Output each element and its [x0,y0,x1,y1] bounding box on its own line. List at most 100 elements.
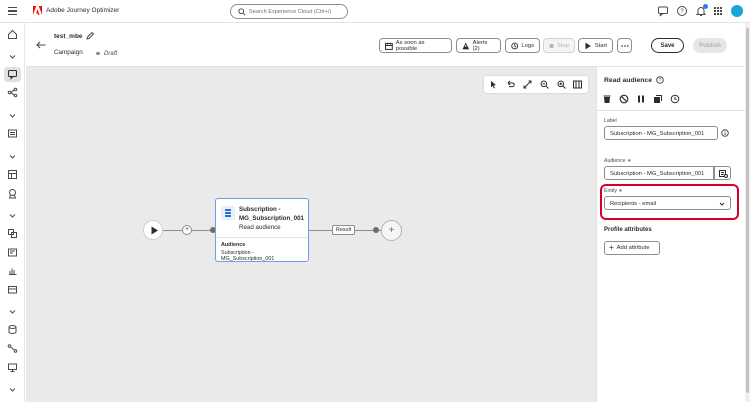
add-next-activity-button[interactable]: + [381,220,402,241]
chevron-down-icon[interactable] [7,51,18,62]
schedule-label: As soon as possible [395,39,425,52]
audience-field[interactable]: Subscription - MG_Subscription_001 [604,166,714,180]
logs-button[interactable]: Logs [505,38,540,53]
notification-badge [703,4,708,9]
more-actions-button[interactable] [617,38,632,53]
add-activity-button[interactable]: + [182,225,192,235]
offers-icon[interactable] [7,188,18,199]
status-badge: Draft [104,49,118,57]
database-icon[interactable] [7,324,18,335]
menu-icon[interactable] [8,7,17,15]
fit-icon[interactable] [523,80,532,89]
chevron-down-icon[interactable] [7,384,18,395]
copy-icon[interactable] [653,94,663,104]
feedback-icon[interactable] [657,5,669,17]
activity-properties-panel: Read audience ? Label Subscription - MG_… [596,67,746,402]
activity-divider [216,237,308,238]
journeys-icon[interactable] [7,87,18,98]
search-placeholder: Search Experience Cloud (Ctrl+/) [249,8,332,15]
select-list-icon [718,169,728,178]
pointer-icon[interactable] [489,80,498,89]
save-button[interactable]: Save [651,38,684,53]
schedule-button[interactable]: As soon as possible [379,38,452,53]
profile-attributes-title: Profile attributes [604,227,652,233]
schemas-icon[interactable] [7,247,18,258]
label-field-label: Label [604,118,617,124]
zoom-out-icon[interactable] [540,80,549,89]
datasets-icon[interactable] [7,284,18,295]
audience-picker-button[interactable] [714,166,731,180]
logs-label: Logs [521,42,534,49]
activity-audience-value: Subscription - MG_Subscription_001 [221,250,275,262]
result-transition-label[interactable]: Result [332,225,355,235]
pause-icon[interactable] [636,94,646,104]
chevron-down-icon[interactable] [7,151,18,162]
templates-icon[interactable] [7,169,18,180]
stop-icon [549,43,554,48]
stop-label: Stop [557,42,569,49]
alert-icon [462,42,470,49]
alerts-label: Alerts (2) [472,39,488,52]
publish-button[interactable]: Publish [693,38,727,53]
activity-subtitle: Read audience [239,224,281,231]
workflows-icon[interactable] [7,343,18,354]
alerts-button[interactable]: Alerts (2) [456,38,501,53]
read-audience-icon [221,206,235,220]
campaign-name: test_mbe [54,33,83,40]
start-node[interactable] [143,220,163,240]
content-icon[interactable] [7,128,18,139]
help-icon[interactable]: ? [676,5,688,17]
zoom-in-icon[interactable] [557,80,566,89]
scrollbar-thumb[interactable] [746,28,749,393]
entity-highlight-annotation [600,184,739,220]
history-icon[interactable] [670,94,680,104]
delete-icon[interactable] [602,94,612,104]
status-dot [96,51,100,55]
play-icon [151,226,158,235]
info-icon[interactable] [721,129,729,137]
minimap-icon[interactable] [573,80,582,89]
search-input[interactable]: Search Experience Cloud (Ctrl+/) [230,4,348,19]
home-icon[interactable] [7,29,18,40]
stop-button[interactable]: Stop [543,38,575,53]
apps-grid-icon[interactable] [712,5,724,17]
avatar[interactable] [731,5,743,17]
start-button[interactable]: Start [578,38,613,53]
outbound-port [373,227,379,233]
edit-pencil-icon[interactable] [86,32,94,40]
app-title[interactable]: Adobe Journey Optimizer [46,7,119,14]
chevron-down-icon[interactable] [7,306,18,317]
audiences-icon[interactable] [7,228,18,239]
activity-title: Subscription - MG_Subscription_001 [239,206,304,222]
search-icon [238,8,246,16]
play-icon [585,42,591,49]
svg-text:?: ? [680,9,684,15]
reports-icon[interactable] [7,265,18,276]
top-bar: Adobe Journey Optimizer Search Experienc… [0,0,750,23]
more-icon [620,44,629,47]
start-label: Start [594,42,607,49]
svg-text:?: ? [659,78,662,84]
add-attribute-label: Add attribute [616,245,650,251]
audience-field-label: Audience ∗ [604,158,632,164]
chevron-down-icon[interactable] [7,210,18,221]
read-audience-activity[interactable]: Subscription - MG_Subscription_001 Read … [215,198,309,262]
back-arrow-icon[interactable] [36,41,46,49]
canvas-toolbar [484,76,588,93]
label-field[interactable]: Subscription - MG_Subscription_001 [604,126,718,140]
chevron-down-icon[interactable] [7,110,18,121]
history-icon [511,42,519,49]
panel-title: Read audience [604,77,652,84]
workflow-canvas[interactable] [26,67,596,402]
plus-icon: + [609,243,614,252]
add-attribute-button[interactable]: + Add attribute [604,241,660,255]
campaign-type: Campaign [54,49,83,56]
disable-icon[interactable] [619,94,629,104]
monitor-icon[interactable] [7,362,18,373]
help-icon[interactable]: ? [656,76,664,84]
undo-icon[interactable] [506,80,515,89]
campaigns-icon[interactable] [7,69,18,80]
campaign-header: test_mbe Campaign Draft As soon as possi… [26,23,750,67]
adobe-logo-icon [33,6,42,15]
panel-divider [597,110,746,111]
